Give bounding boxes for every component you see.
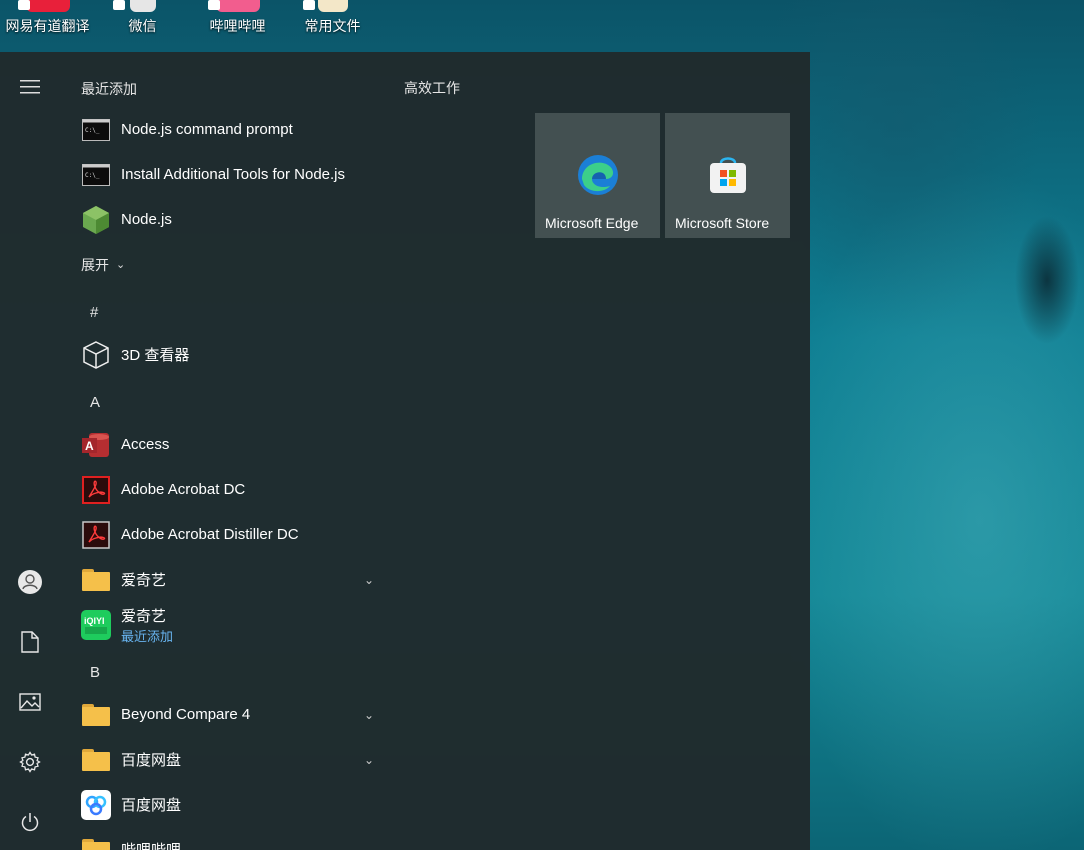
picture-icon: [19, 693, 41, 711]
shortcut-arrow-icon: [18, 0, 30, 10]
app-folder-bilibili[interactable]: 哔哩哔哩 ⌄: [60, 827, 390, 850]
user-avatar-icon: [18, 570, 42, 594]
wallpaper-diver: [1010, 200, 1084, 360]
desktop-icon-label: 哔哩哔哩: [209, 18, 266, 34]
cube-icon: [81, 340, 111, 370]
app-item-install-node-tools[interactable]: C:\_ Install Additional Tools for Node.j…: [60, 152, 390, 197]
folder-icon: [81, 700, 111, 730]
folder-docs-icon: [317, 0, 348, 12]
chevron-down-icon: ⌄: [363, 572, 374, 587]
app-item-nodejs[interactable]: Node.js: [60, 197, 390, 242]
svg-text:iQIYI: iQIYI: [84, 616, 105, 626]
settings-button[interactable]: [0, 738, 60, 786]
folder-icon: [81, 565, 111, 595]
tile-microsoft-edge[interactable]: Microsoft Edge: [535, 113, 660, 238]
acrobat-distiller-icon: [81, 520, 111, 550]
folder-icon: [81, 835, 111, 850]
section-header-b[interactable]: B: [60, 652, 390, 692]
bilibili-icon: [215, 0, 260, 12]
app-item-label: 爱奇艺: [121, 572, 167, 589]
app-item-3d-viewer[interactable]: 3D 查看器: [60, 332, 390, 377]
tile-label: Microsoft Edge: [545, 215, 639, 231]
baidu-netdisk-icon: [81, 789, 111, 820]
app-item-adobe-acrobat-distiller[interactable]: Adobe Acrobat Distiller DC: [60, 512, 390, 557]
chevron-down-icon: ⌄: [116, 259, 126, 271]
app-folder-iqiyi[interactable]: 爱奇艺 ⌄: [60, 557, 390, 602]
terminal-icon: C:\_: [81, 160, 111, 190]
access-icon: A: [81, 430, 111, 460]
app-item-label: 爱奇艺: [121, 608, 167, 625]
shortcut-arrow-icon: [113, 0, 125, 10]
app-item-label: Node.js: [121, 211, 172, 228]
app-item-label: 百度网盘: [121, 797, 182, 814]
app-item-access[interactable]: A Access: [60, 422, 390, 467]
app-item-nodejs-command-prompt[interactable]: C:\_ Node.js command prompt: [60, 107, 390, 152]
terminal-icon: C:\_: [81, 115, 111, 145]
app-folder-beyond-compare[interactable]: Beyond Compare 4 ⌄: [60, 692, 390, 737]
start-menu: 最近添加 C:\_ Node.js command prompt C:\_ In…: [0, 52, 810, 850]
app-item-label: Adobe Acrobat DC: [121, 481, 246, 498]
tile-microsoft-store[interactable]: Microsoft Store: [665, 113, 790, 238]
recently-added-title: 最近添加: [81, 81, 137, 97]
chevron-down-icon: ⌄: [363, 707, 374, 722]
youdao-icon: [25, 0, 70, 12]
power-button[interactable]: [0, 798, 60, 846]
app-item-label: 3D 查看器: [121, 347, 190, 364]
desktop-icon-label: 常用文件: [304, 18, 361, 34]
app-item-iqiyi[interactable]: iQIYI 爱奇艺 最近添加: [60, 602, 390, 647]
document-icon: [21, 631, 39, 653]
edge-icon: [577, 155, 618, 195]
expand-label: 展开: [81, 256, 109, 273]
desktop-icon-bilibili[interactable]: 哔哩哔哩: [190, 0, 285, 50]
app-item-label: Node.js command prompt: [121, 121, 293, 138]
desktop-icon-youdao[interactable]: 网易有道翻译: [0, 0, 95, 50]
power-icon: [21, 813, 39, 832]
app-item-label: Adobe Acrobat Distiller DC: [121, 526, 299, 543]
svg-text:C:\_: C:\_: [85, 172, 100, 179]
documents-button[interactable]: [0, 618, 60, 666]
app-item-label: 哔哩哔哩: [121, 839, 181, 850]
hamburger-icon: [20, 80, 40, 94]
app-item-baidu-netdisk[interactable]: 百度网盘: [60, 782, 390, 827]
desktop-icon-label: 网易有道翻译: [5, 18, 90, 34]
desktop-icon-label: 微信: [128, 18, 157, 34]
recently-added-badge: 最近添加: [121, 629, 174, 644]
chevron-down-icon: ⌄: [363, 842, 374, 850]
section-header-a[interactable]: A: [60, 382, 390, 422]
folder-icon: [81, 745, 111, 775]
shortcut-arrow-icon: [303, 0, 315, 10]
tile-label: Microsoft Store: [675, 215, 770, 231]
gear-icon: [19, 751, 41, 773]
app-item-adobe-acrobat-dc[interactable]: Adobe Acrobat DC: [60, 467, 390, 512]
desktop-icon-wechat[interactable]: 微信: [95, 0, 190, 50]
user-account-button[interactable]: [0, 558, 60, 606]
app-item-label: Access: [121, 436, 170, 453]
desktop-icon-common-files[interactable]: 常用文件: [285, 0, 380, 50]
shortcut-arrow-icon: [208, 0, 220, 10]
section-header-hash[interactable]: #: [60, 292, 390, 332]
app-folder-baidu-netdisk[interactable]: 百度网盘 ⌄: [60, 737, 390, 782]
app-item-label: 百度网盘: [121, 752, 182, 769]
store-icon: [709, 157, 746, 193]
nodejs-icon: [81, 205, 111, 235]
tile-group-title[interactable]: 高效工作: [404, 78, 460, 98]
chevron-down-icon: ⌄: [363, 752, 374, 767]
svg-text:A: A: [85, 439, 94, 453]
app-item-label: Beyond Compare 4: [121, 706, 251, 723]
svg-text:C:\_: C:\_: [85, 127, 100, 134]
expand-recent-button[interactable]: 展开 ⌄: [60, 242, 390, 287]
app-item-label: Install Additional Tools for Node.js: [121, 166, 346, 183]
hamburger-menu-button[interactable]: [0, 63, 60, 111]
wechat-icon: [129, 0, 156, 12]
iqiyi-icon: iQIYI: [81, 609, 111, 640]
start-rail: [0, 52, 60, 850]
pictures-button[interactable]: [0, 678, 60, 726]
app-list: 最近添加 C:\_ Node.js command prompt C:\_ In…: [60, 52, 390, 850]
acrobat-icon: [81, 475, 111, 505]
